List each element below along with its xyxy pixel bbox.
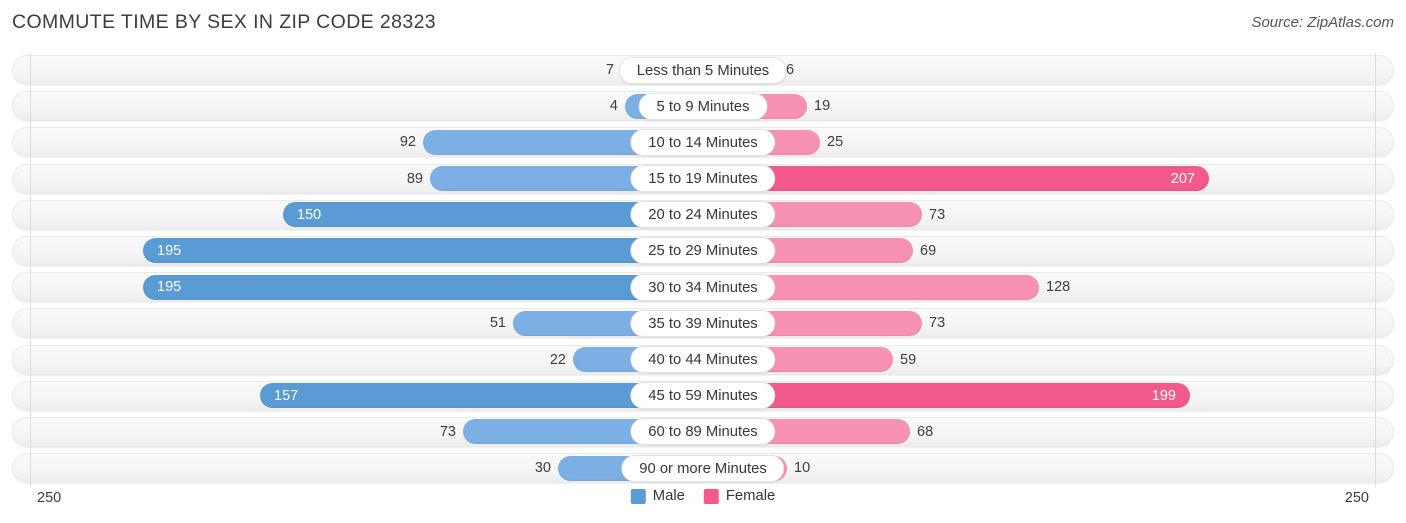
category-label: 5 to 9 Minutes: [638, 92, 768, 120]
plot-area: 7 6 Less than 5 Minutes 4 19 5 to 9 Minutes 92…: [0, 53, 1406, 487]
male-value-label: 195: [157, 242, 182, 259]
male-value-label: 22: [549, 351, 566, 368]
female-value-label: 207: [1170, 170, 1195, 187]
axis-line-right: [1375, 53, 1376, 487]
female-value-label: 73: [929, 315, 946, 332]
male-value-label: 92: [399, 134, 416, 151]
chart-header: COMMUTE TIME BY SEX IN ZIP CODE 28323 So…: [0, 0, 1406, 46]
category-label: Less than 5 Minutes: [618, 56, 788, 84]
legend-swatch-icon: [630, 488, 646, 504]
legend-item[interactable]: Female: [703, 488, 776, 504]
bar-row: 22 59 40 to 44 Minutes: [0, 343, 1406, 379]
category-label: 45 to 59 Minutes: [630, 382, 776, 410]
male-value-label: 51: [489, 315, 506, 332]
bar-row: 73 68 60 to 89 Minutes: [0, 415, 1406, 451]
legend-item[interactable]: Male: [630, 488, 685, 504]
female-value-label: 59: [900, 351, 917, 368]
chart-footer: 250 250 Male Female: [0, 487, 1406, 523]
source-attribution: Source: ZipAtlas.com: [1251, 14, 1394, 31]
legend: Male Female: [630, 488, 776, 504]
male-value-label: 4: [609, 98, 618, 115]
bar-row: 7 6 Less than 5 Minutes: [0, 53, 1406, 89]
category-label: 60 to 89 Minutes: [630, 418, 776, 446]
bar-row: 157 199 45 to 59 Minutes: [0, 379, 1406, 415]
category-label: 25 to 29 Minutes: [630, 237, 776, 265]
bar-row: 51 73 35 to 39 Minutes: [0, 306, 1406, 342]
bar-row: 195 69 25 to 29 Minutes: [0, 234, 1406, 270]
bar-rows: 7 6 Less than 5 Minutes 4 19 5 to 9 Minutes 92…: [0, 53, 1406, 487]
category-label: 10 to 14 Minutes: [630, 128, 776, 156]
axis-tick-left: 250: [37, 490, 62, 506]
axis-line-left: [30, 53, 31, 487]
bar-row: 4 19 5 to 9 Minutes: [0, 89, 1406, 125]
female-value-label: 69: [920, 242, 937, 259]
bar-row: 195 128 30 to 34 Minutes: [0, 270, 1406, 306]
female-value-label: 68: [917, 423, 934, 440]
female-bar[interactable]: 207: [703, 166, 1209, 192]
female-value-label: 10: [794, 460, 811, 477]
female-bar[interactable]: 199: [703, 383, 1190, 409]
category-label: 30 to 34 Minutes: [630, 273, 776, 301]
legend-swatch-icon: [703, 488, 719, 504]
female-value-label: 199: [1151, 387, 1176, 404]
female-value-label: 6: [786, 62, 795, 78]
male-value-label: 30: [534, 460, 551, 477]
female-value-label: 19: [814, 98, 831, 115]
male-bar[interactable]: 195: [143, 274, 703, 300]
male-value-label: 150: [297, 206, 322, 223]
bar-row: 89 207 15 to 19 Minutes: [0, 162, 1406, 198]
female-value-label: 25: [827, 134, 844, 151]
commute-time-chart: COMMUTE TIME BY SEX IN ZIP CODE 28323 So…: [0, 0, 1406, 523]
page-title: COMMUTE TIME BY SEX IN ZIP CODE 28323: [12, 11, 437, 33]
male-value-label: 195: [157, 279, 182, 296]
axis-tick-right: 250: [1344, 490, 1369, 506]
category-label: 15 to 19 Minutes: [630, 165, 776, 193]
male-value-label: 7: [605, 62, 614, 78]
bar-row: 30 10 90 or more Minutes: [0, 451, 1406, 487]
bar-row: 92 25 10 to 14 Minutes: [0, 125, 1406, 161]
male-value-label: 89: [406, 170, 423, 187]
legend-label: Female: [725, 488, 776, 504]
bar-row: 150 73 20 to 24 Minutes: [0, 198, 1406, 234]
category-label: 20 to 24 Minutes: [630, 201, 776, 229]
category-label: 40 to 44 Minutes: [630, 346, 776, 373]
female-value-label: 73: [929, 206, 946, 223]
category-label: 90 or more Minutes: [621, 454, 785, 482]
male-bar[interactable]: 195: [143, 238, 703, 264]
legend-label: Male: [652, 488, 685, 504]
male-value-label: 73: [439, 423, 456, 440]
female-value-label: 128: [1046, 279, 1071, 296]
male-value-label: 157: [274, 387, 299, 404]
category-label: 35 to 39 Minutes: [630, 309, 776, 337]
